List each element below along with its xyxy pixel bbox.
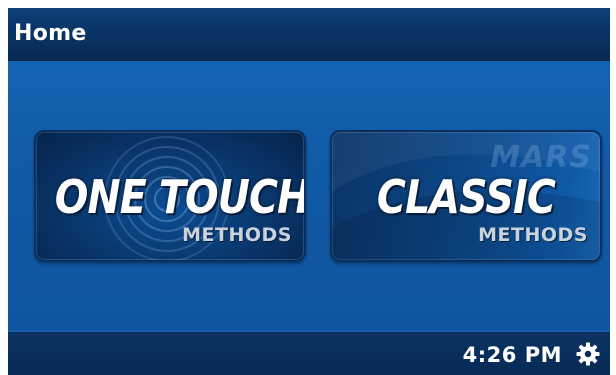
one-touch-methods-button[interactable]: ONE TOUCH METHODS <box>34 130 306 262</box>
touchscreen: Home ONE TOUCH METHODS MARS CLASSIC METH… <box>8 8 610 375</box>
one-touch-label: ONE TOUCH <box>54 170 306 224</box>
status-bar: 4:26 PM <box>8 331 610 375</box>
home-content: ONE TOUCH METHODS MARS CLASSIC METHODS <box>8 61 610 330</box>
one-touch-methods-label: METHODS <box>182 224 292 246</box>
clock-time: 4:26 PM <box>462 343 562 367</box>
classic-methods-label: METHODS <box>478 224 588 246</box>
classic-methods-button[interactable]: MARS CLASSIC METHODS <box>330 130 602 262</box>
classic-label: CLASSIC <box>376 170 556 224</box>
title-bar: Home <box>8 8 610 61</box>
page-title: Home <box>14 21 87 46</box>
gear-icon[interactable] <box>576 342 600 366</box>
